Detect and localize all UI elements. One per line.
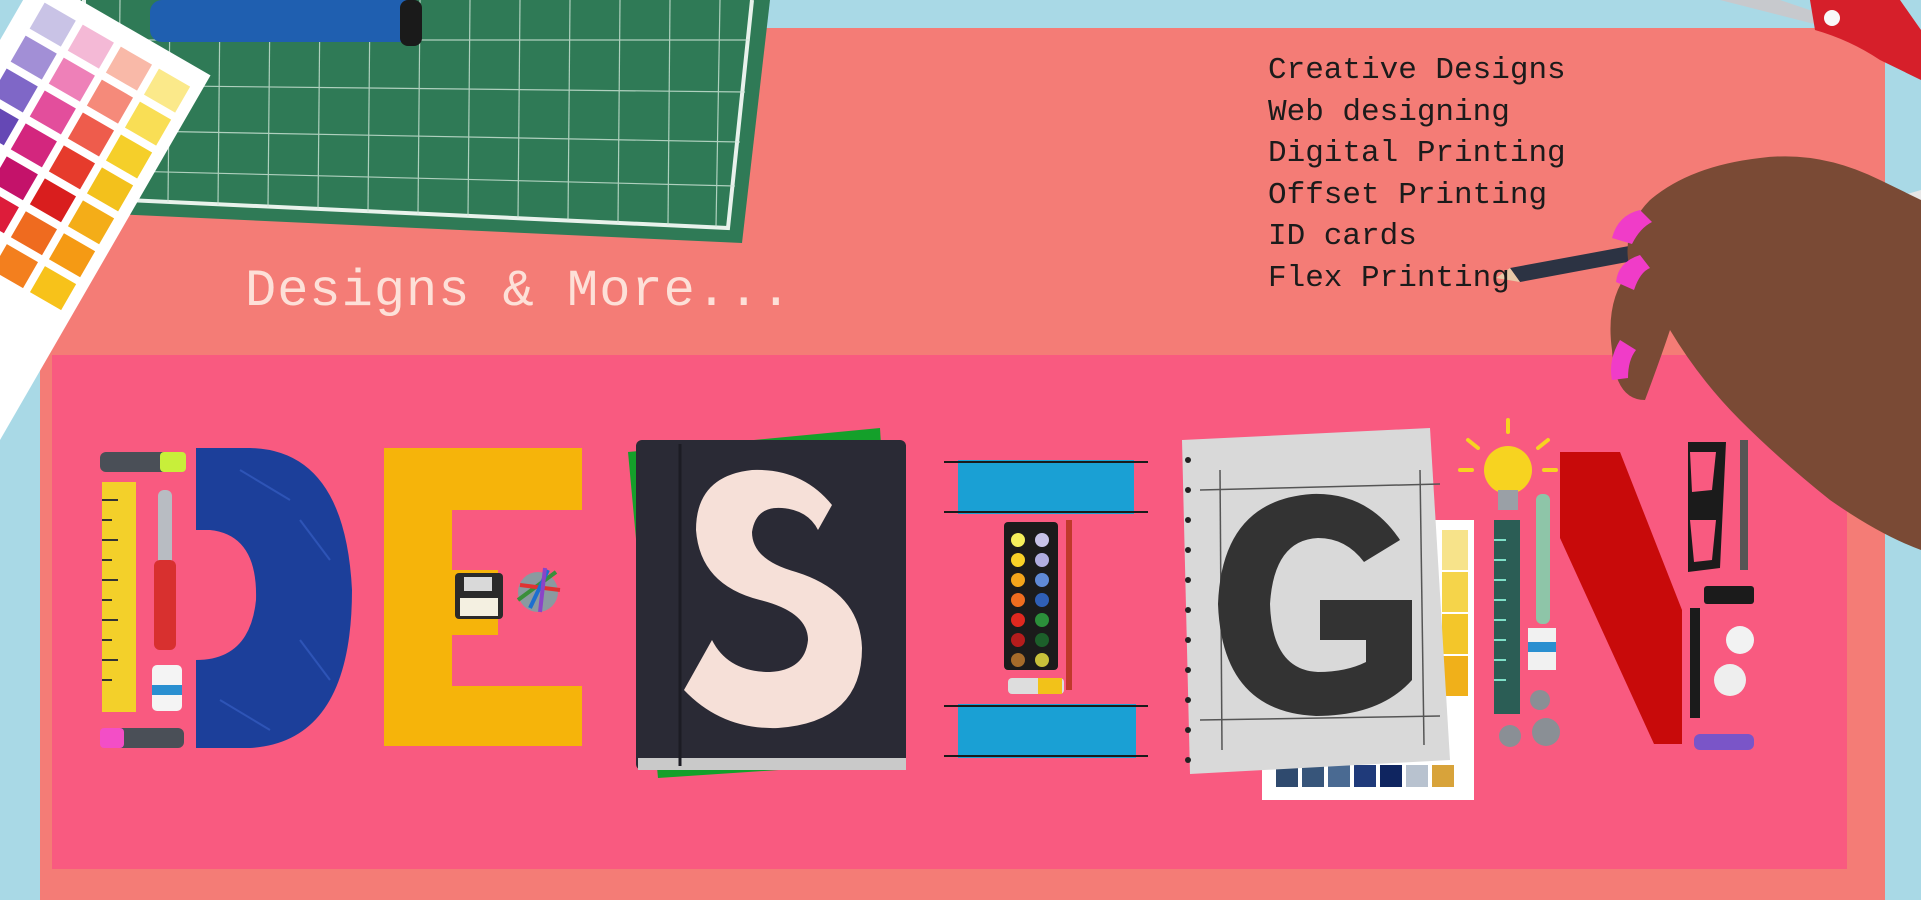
letter-e	[384, 448, 582, 746]
illustration	[0, 0, 1921, 800]
service-item: Web designing	[1268, 94, 1510, 130]
service-item: Flex Printing	[1268, 260, 1510, 296]
color-swatch-card	[0, 0, 211, 561]
letter-d	[100, 448, 352, 748]
scissors	[1720, 0, 1921, 80]
service-item: Offset Printing	[1268, 177, 1548, 213]
letter-n	[1458, 418, 1754, 750]
service-item: Digital Printing	[1268, 136, 1566, 171]
letter-g-notebook	[1182, 428, 1474, 800]
service-item: Creative Designs	[1268, 53, 1566, 88]
letter-s-book	[628, 428, 906, 778]
letter-i	[944, 460, 1148, 758]
services-list: Creative Designs Web designing Digital P…	[1268, 50, 1566, 299]
tagline: Designs & More...	[245, 262, 793, 321]
service-item: ID cards	[1268, 219, 1417, 254]
